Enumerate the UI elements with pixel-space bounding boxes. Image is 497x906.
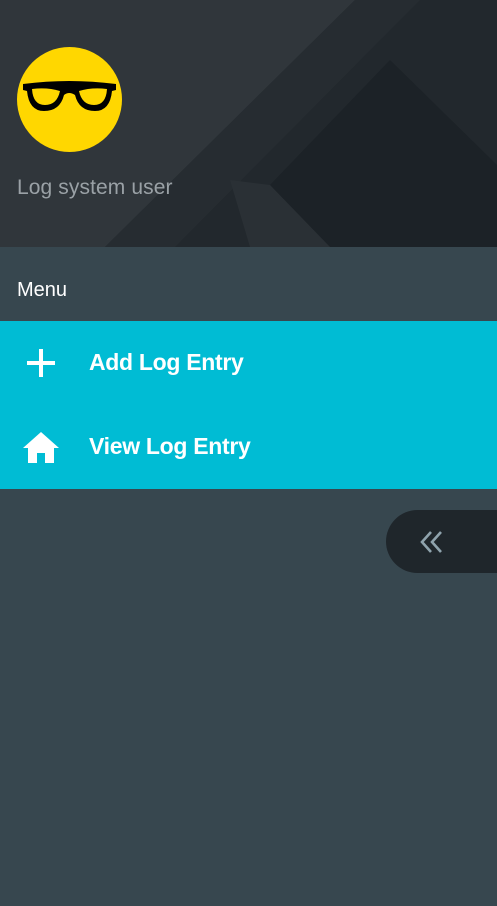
menu-list: Add Log Entry View Log Entry (0, 321, 497, 489)
profile-header: Log system user (0, 0, 497, 247)
menu-item-view-log-entry[interactable]: View Log Entry (0, 405, 497, 489)
menu-heading: Menu (17, 279, 68, 301)
chevrons-left-icon (420, 531, 442, 553)
menu-item-label: View Log Entry (89, 433, 251, 459)
plus-icon (27, 349, 55, 377)
menu-item-add-log-entry[interactable]: Add Log Entry (0, 321, 497, 405)
sidebar: Log system user Menu Add Log Entry View … (0, 0, 497, 906)
user-name: Log system user (17, 176, 173, 199)
home-icon (23, 432, 59, 463)
collapse-sidebar-button[interactable] (386, 510, 497, 573)
glasses-icon (23, 81, 116, 111)
avatar (17, 47, 122, 152)
menu-item-label: Add Log Entry (89, 349, 244, 375)
